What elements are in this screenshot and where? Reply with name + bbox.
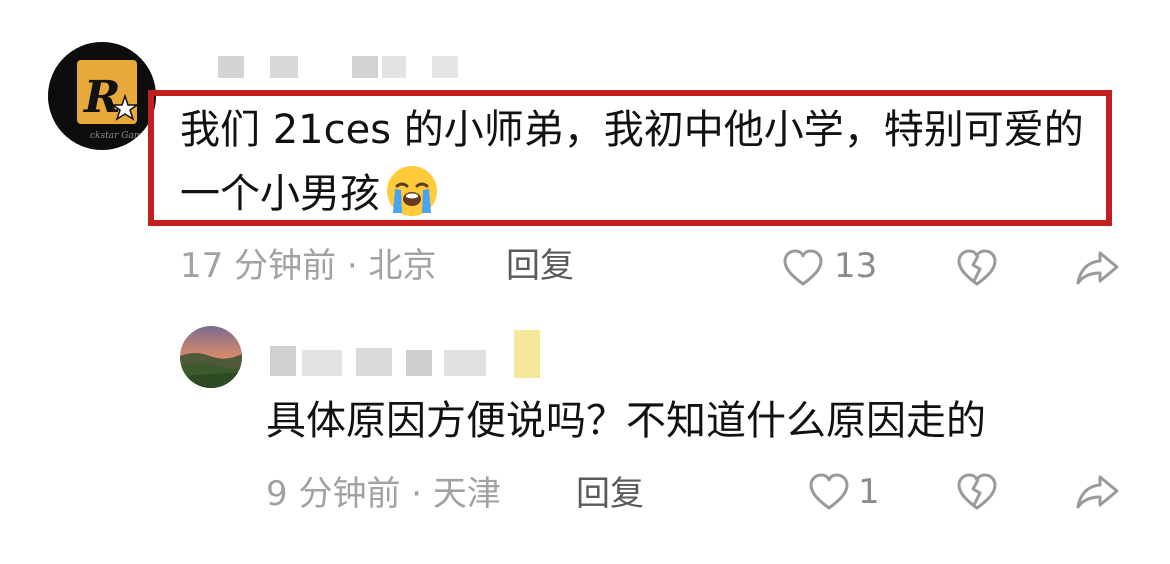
reply-button[interactable]: 回复 [576,474,644,514]
rockstar-games-logo-icon: R ckstar Gam [48,42,156,150]
dislike-button[interactable] [956,248,998,292]
landscape-sunset-avatar [180,326,242,388]
svg-text:ckstar Gam: ckstar Gam [90,131,142,141]
username-blurred[interactable] [160,52,460,82]
comment-meta: 17 分钟前 · 北京 [180,246,437,286]
dislike-button[interactable] [956,472,998,516]
broken-heart-icon [957,249,997,286]
like-button[interactable] [808,472,850,516]
heart-outline-icon [783,249,823,286]
like-count: 13 [834,246,878,286]
reply-button[interactable]: 回复 [506,246,574,286]
reply-text: 具体原因方便说吗？不知道什么原因走的 [266,398,986,444]
avatar[interactable] [180,326,242,388]
like-count: 1 [858,472,880,512]
broken-heart-icon [957,473,997,510]
username-blurred[interactable] [266,328,556,380]
share-arrow-icon [1076,475,1119,509]
comment-thread: R ckstar Gam 我们 21ces 的小师弟，我初中他小学，特别可爱的一… [0,0,1170,564]
like-button[interactable] [782,248,824,292]
share-arrow-icon [1076,251,1119,285]
share-button[interactable] [1074,472,1122,516]
avatar[interactable]: R ckstar Gam [48,42,156,150]
heart-outline-icon [809,473,849,510]
highlight-box [148,90,1112,226]
comment-meta: 9 分钟前 · 天津 [266,474,501,514]
share-button[interactable] [1074,248,1122,292]
svg-text:R: R [82,72,121,123]
